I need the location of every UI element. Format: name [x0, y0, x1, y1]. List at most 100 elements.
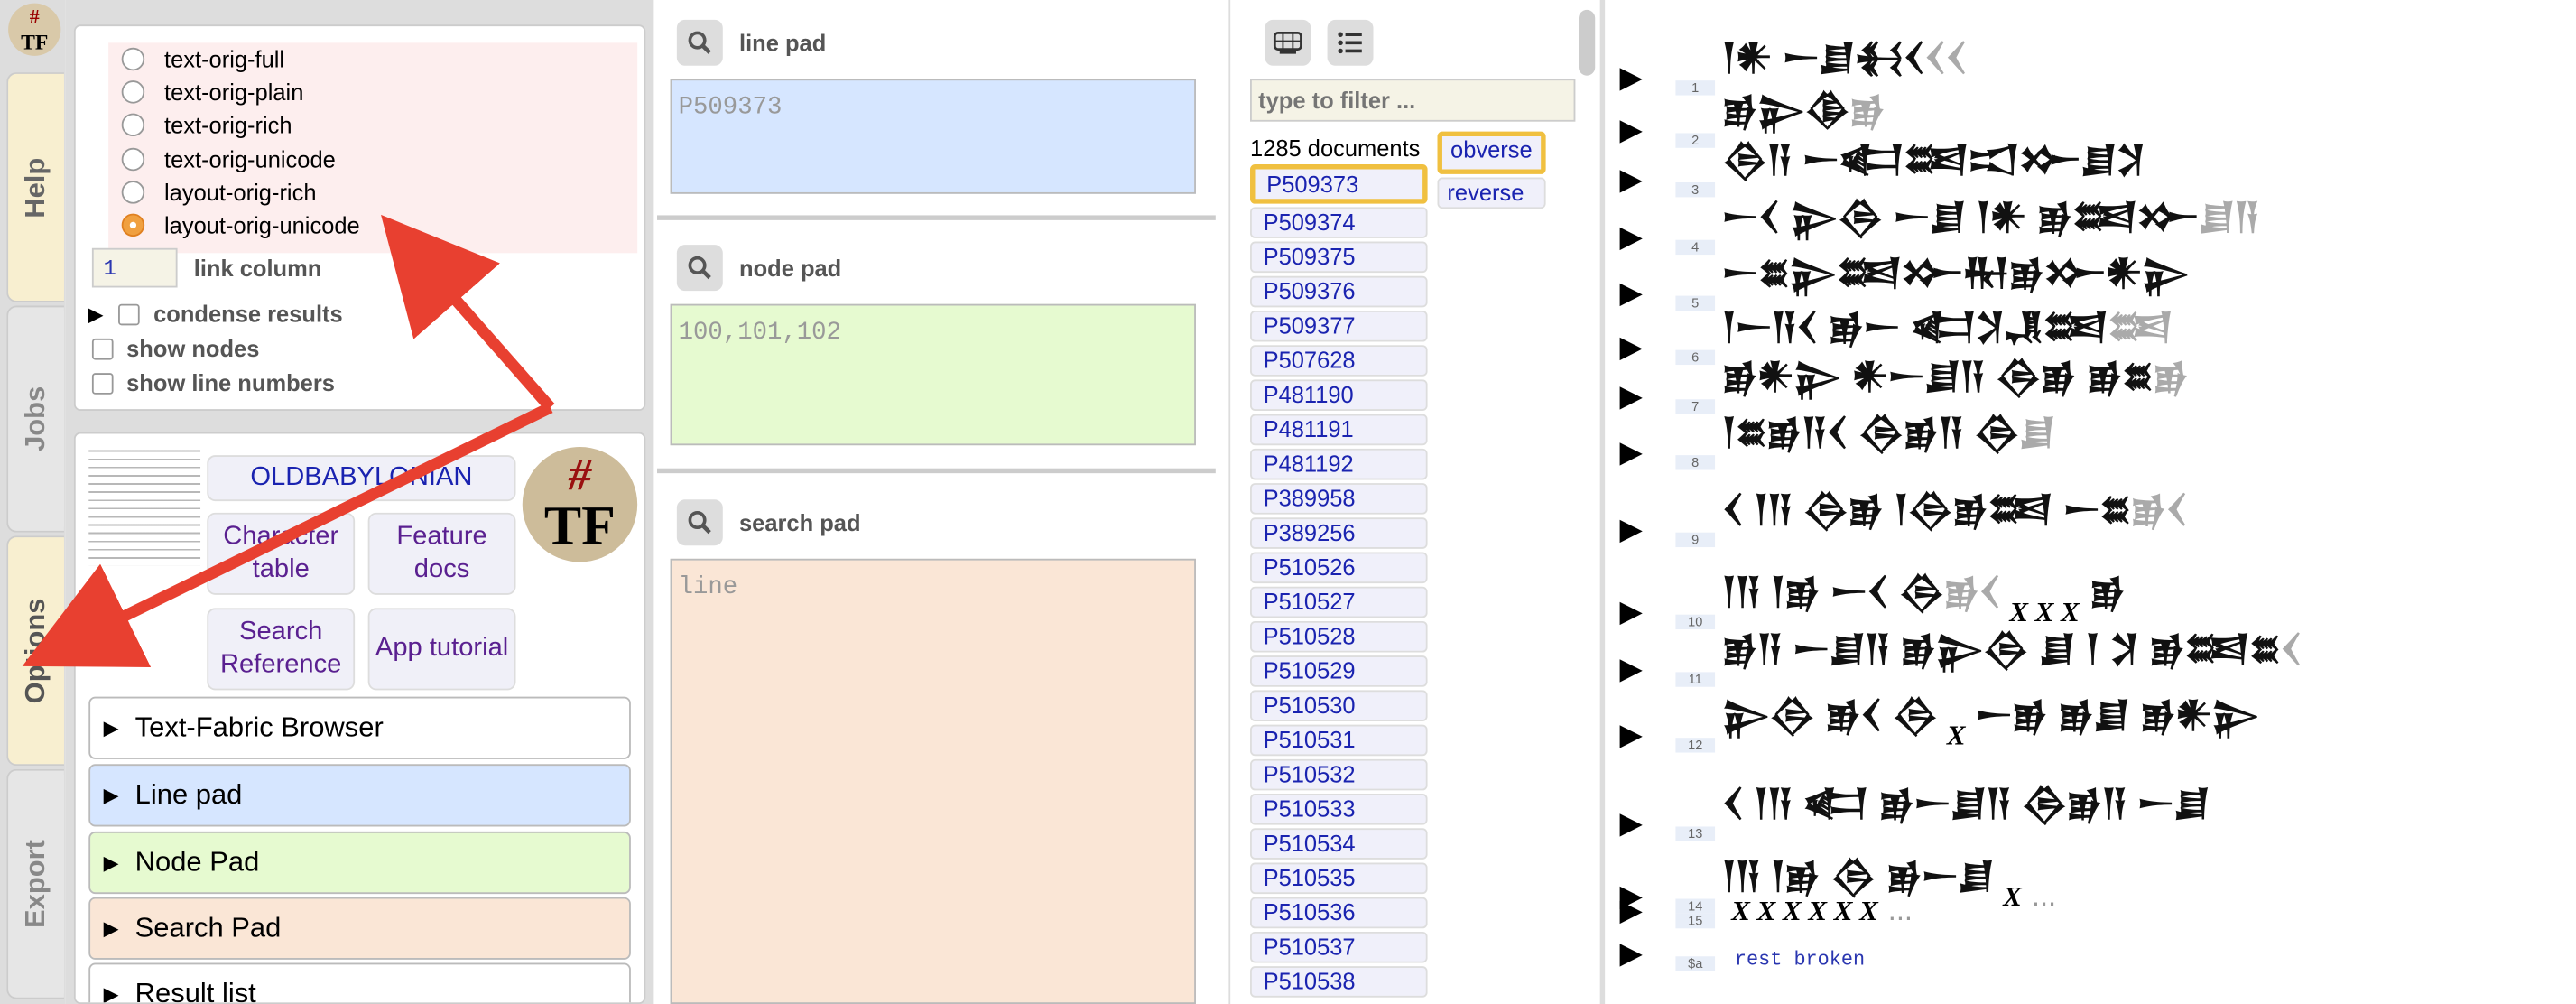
- document-item[interactable]: P481190: [1250, 379, 1428, 411]
- document-item[interactable]: P510536: [1250, 897, 1428, 929]
- link-column: link column: [91, 247, 321, 288]
- section-tf-browser[interactable]: ▶ Text-Fabric Browser: [88, 696, 631, 759]
- text-line: ▶ 8 𒁹𒊺𒂊𒀀𒌋 𒁲𒂊𒀀 𒁲𒋗: [1610, 388, 2056, 470]
- document-scrollbar[interactable]: [1579, 9, 1596, 76]
- document-item[interactable]: P510530: [1250, 690, 1428, 721]
- radio-button[interactable]: [121, 213, 145, 237]
- section-line-pad[interactable]: ▶ Line pad: [88, 764, 631, 827]
- tab-options[interactable]: Options: [6, 535, 64, 767]
- radio-button[interactable]: [121, 147, 145, 171]
- format-option-layout-orig-unicode[interactable]: layout-orig-unicode: [108, 209, 637, 242]
- document-item[interactable]: P510526: [1250, 552, 1428, 584]
- document-item[interactable]: P509375: [1250, 241, 1428, 274]
- show-nodes-checkbox[interactable]: [91, 338, 114, 359]
- search-icon[interactable]: [676, 245, 723, 292]
- cuneiform-signs: 𒌋 𒁹𒀀 𒅗 𒂊𒀸𒋗𒀀 𒁲𒂊𒀀 𒀸𒋗: [1721, 784, 2210, 825]
- document-item[interactable]: P510538: [1250, 966, 1428, 998]
- line-number: 12: [1675, 738, 1716, 753]
- document-item[interactable]: P481192: [1250, 448, 1428, 480]
- document-list: P509373 P509374 P509375 P509376 P509377 P5076…: [1250, 164, 1428, 1000]
- node-pad-input[interactable]: 100,101,102: [670, 303, 1196, 446]
- search-icon[interactable]: [676, 19, 723, 66]
- column-divider: [1599, 0, 1606, 1004]
- show-line-numbers-checkbox[interactable]: [91, 372, 114, 394]
- document-item[interactable]: P510535: [1250, 862, 1428, 895]
- play-triangle-icon[interactable]: ▶: [1610, 513, 1676, 547]
- show-nodes-row[interactable]: show nodes: [91, 335, 259, 361]
- options-panel: text-orig-full text-orig-plain text-orig-r…: [65, 0, 654, 1004]
- document-item[interactable]: P510533: [1250, 794, 1428, 825]
- app-tutorial-link[interactable]: App tutorial: [367, 608, 516, 691]
- document-item[interactable]: P507628: [1250, 345, 1428, 376]
- document-item[interactable]: P510527: [1250, 586, 1428, 618]
- radio-button[interactable]: [121, 114, 145, 137]
- format-option-text-orig-rich[interactable]: text-orig-rich: [108, 109, 637, 143]
- line-pad-input[interactable]: P509373: [670, 79, 1196, 194]
- condense-label: condense results: [153, 301, 343, 328]
- format-option-text-orig-unicode[interactable]: text-orig-unicode: [108, 143, 637, 176]
- tab-jobs[interactable]: Jobs: [6, 305, 64, 533]
- text-display: ▶ 1 𒁹𒀭 𒀸𒋗𒈬𒌋 𒌋𒌋 ▶ 2 𒂊𒉌𒆠 𒂊 ▶ 3 𒁲𒀀 𒀸𒅗𒌅𒀊𒁍𒋗𒋡 ▶ 4 𒀸𒌋 𒉌𒁲 𒀸𒋗 …: [1610, 0, 2576, 1004]
- triangle-icon: ▶: [103, 784, 119, 807]
- text-line: ▶ 15 X X X X X X...: [1610, 894, 1913, 929]
- document-item[interactable]: P389958: [1250, 483, 1428, 515]
- section-search-pad[interactable]: ▶ Search Pad: [88, 897, 631, 960]
- divider: [657, 215, 1216, 220]
- play-triangle-icon[interactable]: ▶: [1610, 718, 1676, 752]
- tab-export[interactable]: Export: [6, 768, 64, 999]
- play-triangle-icon[interactable]: ▶: [1610, 936, 1676, 971]
- play-triangle-icon[interactable]: ▶: [1610, 894, 1676, 928]
- document-item[interactable]: P389256: [1250, 517, 1428, 549]
- section-label: Text-Fabric Browser: [134, 711, 384, 743]
- tf-logo-large[interactable]: # TF: [522, 447, 638, 562]
- tablet-view-icon[interactable]: [1265, 19, 1311, 66]
- format-option-layout-orig-rich[interactable]: layout-orig-rich: [108, 175, 637, 209]
- search-pad-input[interactable]: line: [670, 558, 1196, 1004]
- search-reference-link[interactable]: Search Reference: [207, 608, 356, 691]
- link-column-input[interactable]: [91, 247, 178, 288]
- document-filter-input[interactable]: [1250, 79, 1576, 122]
- document-item[interactable]: P510537: [1250, 931, 1428, 963]
- damaged-signs: 𒌋: [2279, 629, 2303, 671]
- logo-hash: #: [29, 4, 40, 28]
- line-pad-title: line pad: [739, 29, 827, 56]
- section-obverse[interactable]: obverse: [1437, 131, 1546, 174]
- radio-button[interactable]: [121, 47, 145, 71]
- document-item[interactable]: P509376: [1250, 275, 1428, 308]
- format-option-text-orig-full[interactable]: text-orig-full: [108, 42, 637, 76]
- feature-docs-link[interactable]: Feature docs: [367, 512, 516, 595]
- document-item[interactable]: P510528: [1250, 620, 1428, 653]
- condense-checkbox[interactable]: [118, 302, 141, 325]
- radio-button[interactable]: [121, 80, 145, 105]
- section-reverse[interactable]: reverse: [1437, 177, 1546, 209]
- format-option-text-orig-plain[interactable]: text-orig-plain: [108, 76, 637, 109]
- tab-help[interactable]: Help: [6, 72, 64, 302]
- condense-row[interactable]: ▶ condense results: [88, 301, 342, 327]
- document-item[interactable]: P510531: [1250, 724, 1428, 757]
- expand-triangle-icon[interactable]: ▶: [88, 303, 102, 325]
- document-item[interactable]: P510529: [1250, 655, 1428, 687]
- tab-help-label: Help: [19, 156, 51, 218]
- document-item[interactable]: P509377: [1250, 310, 1428, 342]
- document-item[interactable]: P510532: [1250, 758, 1428, 791]
- radio-button[interactable]: [121, 180, 145, 204]
- document-item[interactable]: P509374: [1250, 207, 1428, 238]
- line-number: 9: [1675, 532, 1716, 548]
- section-result-list[interactable]: ▶ Result list: [88, 962, 631, 1004]
- cuneiform-signs: 𒀸𒂊 𒂊𒋗 𒂊𒀭𒉌: [1975, 694, 2260, 737]
- list-view-icon[interactable]: [1327, 19, 1374, 66]
- tf-logo-small[interactable]: # TF: [8, 3, 61, 56]
- line-note: rest broken: [1734, 948, 1866, 971]
- document-item[interactable]: P509373: [1250, 164, 1428, 204]
- column-divider: [1228, 0, 1239, 1004]
- character-table-link[interactable]: Character table: [207, 512, 356, 595]
- search-icon[interactable]: [676, 499, 723, 546]
- search-pad-header: search pad: [676, 499, 861, 546]
- format-label: layout-orig-rich: [164, 179, 317, 206]
- show-line-numbers-row[interactable]: show line numbers: [91, 370, 335, 396]
- document-item[interactable]: P481191: [1250, 414, 1428, 446]
- section-node-pad[interactable]: ▶ Node Pad: [88, 831, 631, 895]
- document-item[interactable]: P510534: [1250, 828, 1428, 860]
- triangle-icon: ▶: [103, 982, 119, 1004]
- corpus-link[interactable]: OLDBABYLONIAN: [207, 455, 516, 502]
